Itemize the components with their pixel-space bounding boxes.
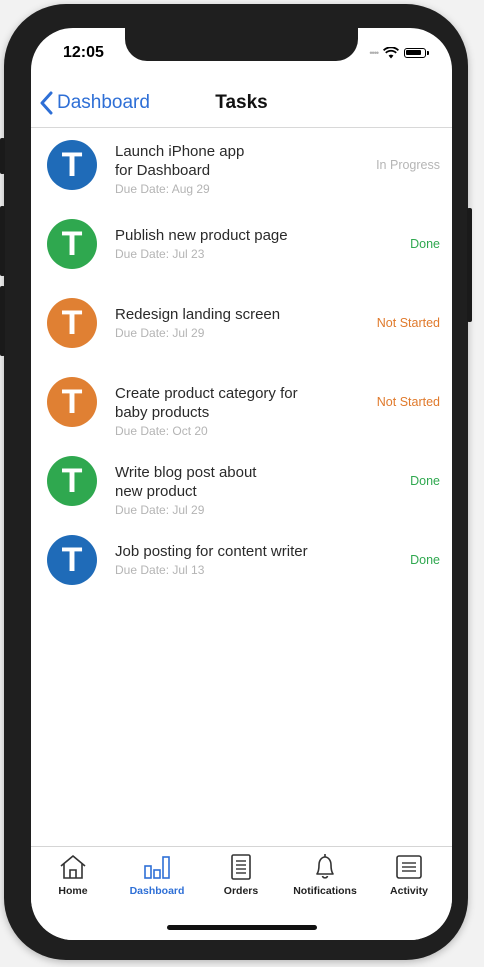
task-due-date: Due Date: Jul 23: [115, 247, 205, 261]
task-text: Publish new product page Due Date: Jul 2…: [115, 226, 315, 261]
bell-icon: [316, 854, 334, 879]
task-row[interactable]: T Publish new product page Due Date: Jul…: [31, 217, 452, 293]
volume-up-button: [0, 206, 5, 276]
screen: 12:05 •••• Dashboard Tasks T Launch iPho…: [31, 28, 452, 940]
notch: [125, 28, 358, 61]
task-title-line1: Launch iPhone app: [115, 143, 245, 160]
task-title-line2: baby products: [115, 404, 210, 421]
task-row[interactable]: T Create product category for baby produ…: [31, 375, 452, 451]
task-status: Not Started: [376, 316, 440, 330]
task-status: In Progress: [376, 158, 440, 172]
home-icon: [60, 855, 86, 879]
task-title-line1: Write blog post about: [115, 464, 257, 481]
tab-label: Orders: [223, 885, 259, 897]
task-status: Done: [410, 553, 440, 567]
task-title-line1: Publish new product page: [115, 227, 288, 244]
page-title: Tasks: [31, 92, 452, 114]
tab-home[interactable]: Home: [31, 853, 115, 897]
list-icon: [396, 855, 422, 879]
task-row[interactable]: T Redesign landing screen Due Date: Jul …: [31, 296, 452, 372]
status-time: 12:05: [63, 44, 104, 61]
task-avatar: T: [47, 298, 97, 348]
task-title-line1: Redesign landing screen: [115, 306, 281, 323]
task-text: Job posting for content writer Due Date:…: [115, 542, 315, 577]
bar-chart-icon: [144, 856, 170, 879]
document-icon: [231, 854, 251, 880]
task-due-date: Due Date: Jul 13: [115, 563, 205, 577]
task-text: Create product category for baby product…: [115, 384, 315, 438]
task-due-date: Due Date: Jul 29: [115, 503, 205, 517]
tab-activity[interactable]: Activity: [367, 853, 451, 897]
tab-label: Home: [58, 885, 88, 897]
home-indicator[interactable]: [167, 925, 317, 930]
task-title-line1: Job posting for content writer: [115, 543, 308, 560]
task-avatar: T: [47, 377, 97, 427]
task-row[interactable]: T Write blog post about new product Due …: [31, 454, 452, 530]
task-text: Launch iPhone app for Dashboard Due Date…: [115, 142, 315, 196]
task-due-date: Due Date: Jul 29: [115, 326, 205, 340]
tab-label: Dashboard: [129, 885, 185, 897]
task-title-line1: Create product category for: [115, 385, 298, 402]
task-row[interactable]: T Job posting for content writer Due Dat…: [31, 533, 452, 609]
task-title-line2: for Dashboard: [115, 162, 211, 179]
wifi-icon: [383, 47, 399, 59]
task-due-date: Due Date: Aug 29: [115, 182, 210, 196]
tab-notifications[interactable]: Notifications: [283, 853, 367, 897]
task-title-line2: new product: [115, 483, 197, 500]
battery-icon: [404, 48, 429, 58]
task-avatar: T: [47, 535, 97, 585]
task-row[interactable]: T Launch iPhone app for Dashboard Due Da…: [31, 138, 452, 214]
task-text: Redesign landing screen Due Date: Jul 29: [115, 305, 315, 340]
tab-orders[interactable]: Orders: [199, 853, 283, 897]
tab-dashboard[interactable]: Dashboard: [115, 853, 199, 897]
task-due-date: Due Date: Oct 20: [115, 424, 208, 438]
navigation-bar: Dashboard Tasks: [31, 83, 452, 128]
page-title-text: Tasks: [215, 92, 268, 113]
task-avatar: T: [47, 219, 97, 269]
task-status: Done: [410, 474, 440, 488]
status-icons: ••••: [369, 46, 429, 60]
task-status: Not Started: [376, 395, 440, 409]
volume-down-button: [0, 286, 5, 356]
tab-label: Activity: [390, 885, 428, 897]
power-button: [467, 208, 472, 322]
mute-switch: [0, 138, 5, 174]
signal-icon: ••••: [369, 48, 379, 58]
task-avatar: T: [47, 456, 97, 506]
task-avatar: T: [47, 140, 97, 190]
phone-frame: 12:05 •••• Dashboard Tasks T Launch iPho…: [0, 4, 472, 960]
task-status: Done: [410, 237, 440, 251]
tab-label: Notifications: [293, 885, 357, 897]
task-text: Write blog post about new product Due Da…: [115, 463, 315, 517]
